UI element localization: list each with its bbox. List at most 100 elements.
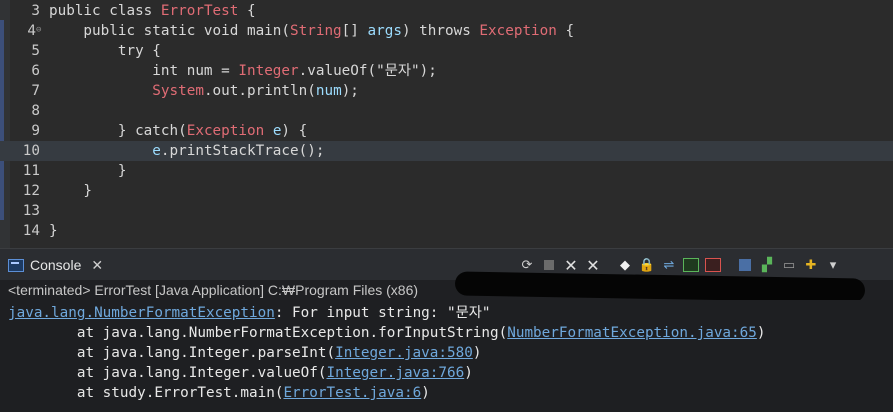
code-token: num <box>315 83 342 99</box>
code-text: } <box>49 181 92 201</box>
console-output[interactable]: java.lang.NumberFormatException: For inp… <box>0 300 893 412</box>
code-line[interactable]: 9 } catch(Exception e) { <box>0 121 893 141</box>
console-line: java.lang.NumberFormatException: For inp… <box>8 303 491 323</box>
line-number: 8 <box>31 103 40 119</box>
code-text: public class ErrorTest { <box>49 1 256 21</box>
code-line[interactable]: 8 <box>0 101 893 121</box>
display-console-icon[interactable]: ▭ <box>780 256 798 274</box>
code-line[interactable]: 12 } <box>0 181 893 201</box>
line-number: 13 <box>22 203 40 219</box>
code-line[interactable]: 7 System.out.println(num); <box>0 81 893 101</box>
code-token: { <box>238 3 256 19</box>
word-wrap-icon[interactable]: ⇌ <box>660 256 678 274</box>
stack-trace-link[interactable]: java.lang.NumberFormatException <box>8 305 275 321</box>
remove-launch-icon[interactable]: ✕ <box>562 256 580 275</box>
code-line[interactable]: 5 try { <box>0 41 893 61</box>
code-token: .valueOf("문자"); <box>298 63 437 79</box>
code-line[interactable]: 10 e.printStackTrace(); <box>0 141 893 161</box>
code-token: String <box>290 23 342 39</box>
remove-all-icon[interactable]: ✕ <box>584 256 602 275</box>
code-token: } <box>49 223 58 239</box>
console-line: at java.lang.Integer.parseInt(Integer.ja… <box>8 343 482 363</box>
stack-trace-link[interactable]: ErrorTest.java:6 <box>283 385 421 401</box>
console-text: at java.lang.NumberFormatException.forIn… <box>8 325 508 341</box>
code-text: public static void main(String[] args) t… <box>49 21 574 41</box>
code-text: int num = Integer.valueOf("문자"); <box>49 61 437 81</box>
code-token: } catch( <box>49 123 187 139</box>
console-text: at java.lang.Integer.valueOf( <box>8 365 327 381</box>
pin-console-icon[interactable] <box>736 256 754 274</box>
line-number: 3 <box>31 3 40 19</box>
code-token: public static void main( <box>49 23 291 39</box>
code-text: } catch(Exception e) { <box>49 121 307 141</box>
console-line: at java.lang.NumberFormatException.forIn… <box>8 323 766 343</box>
console-text: : For input string: "문자" <box>274 305 491 321</box>
code-token: args <box>367 23 402 39</box>
stop-icon[interactable] <box>540 256 558 274</box>
console-line: at java.lang.Integer.valueOf(Integer.jav… <box>8 363 473 383</box>
line-number: 11 <box>22 163 40 179</box>
stack-trace-link[interactable]: Integer.java:580 <box>335 345 473 361</box>
line-number: 10 <box>22 143 40 159</box>
console-text: ) <box>421 385 430 401</box>
code-line[interactable]: 13 <box>0 201 893 221</box>
code-token: } <box>49 163 127 179</box>
close-icon[interactable]: ✕ <box>91 257 103 274</box>
new-console-icon[interactable]: ✚ <box>802 256 820 274</box>
code-token: } <box>49 183 93 199</box>
line-number: 4 <box>27 23 36 39</box>
code-line[interactable]: 6 int num = Integer.valueOf("문자"); <box>0 61 893 81</box>
code-token: .out.println( <box>203 83 316 99</box>
line-number: 7 <box>31 83 40 99</box>
code-token: .printStackTrace(); <box>160 143 325 159</box>
stack-trace-link[interactable]: NumberFormatException.java:65 <box>507 325 757 341</box>
console-text: ) <box>464 365 473 381</box>
show-stderr-icon[interactable] <box>704 256 722 274</box>
line-number: 14 <box>22 223 40 239</box>
tab-console[interactable]: Console ✕ <box>8 253 103 277</box>
code-editor[interactable]: 3 public class ErrorTest {4 ⊖ public stati… <box>0 0 893 248</box>
line-number: 5 <box>31 43 40 59</box>
code-text: System.out.println(num); <box>49 81 359 101</box>
console-text: ) <box>472 345 482 361</box>
code-text: } <box>49 221 58 241</box>
stack-trace-link[interactable]: Integer.java:766 <box>326 365 464 381</box>
code-token: ) throws <box>401 23 480 39</box>
view-menu-icon[interactable]: ▾ <box>824 256 842 274</box>
console-line: at study.ErrorTest.main(ErrorTest.java:6… <box>8 383 430 403</box>
code-token: ) { <box>281 123 308 139</box>
code-token: System <box>152 83 204 99</box>
code-token: int num = <box>49 63 239 79</box>
code-token: Integer <box>238 63 299 79</box>
console-icon <box>8 258 24 272</box>
code-token: e <box>152 143 161 159</box>
code-line[interactable]: 11 } <box>0 161 893 181</box>
scroll-lock-icon[interactable]: 🔒 <box>638 256 656 274</box>
console-text: ) <box>756 325 766 341</box>
clear-console-icon[interactable]: ◆ <box>616 256 634 274</box>
code-text: try { <box>49 41 161 61</box>
code-token: Exception <box>186 123 265 139</box>
code-line[interactable]: 14} <box>0 221 893 241</box>
code-token: public class <box>49 3 161 19</box>
code-token: { <box>556 23 575 39</box>
refresh-icon[interactable]: ⟳ <box>518 256 536 274</box>
code-text: } <box>49 161 127 181</box>
show-stdout-icon[interactable] <box>682 256 700 274</box>
code-line[interactable]: 3 public class ErrorTest { <box>0 1 893 21</box>
code-token: Exception <box>479 23 557 39</box>
code-text: e.printStackTrace(); <box>49 141 324 161</box>
fold-toggle-icon[interactable]: ⊖ <box>36 26 42 35</box>
code-token: [] <box>341 23 368 39</box>
code-token: ); <box>341 83 359 99</box>
console-toolbar: ⟳ ✕ ✕ ◆ 🔒 ⇌ ▞ ▭ ✚ ▾ <box>518 255 842 275</box>
code-line[interactable]: 4 ⊖ public static void main(String[] args… <box>0 21 893 41</box>
line-number: 12 <box>22 183 40 199</box>
console-text: at study.ErrorTest.main( <box>8 385 284 401</box>
line-number: 6 <box>31 63 40 79</box>
console-text: at java.lang.Integer.parseInt( <box>8 345 336 361</box>
open-console-icon[interactable]: ▞ <box>758 256 776 274</box>
